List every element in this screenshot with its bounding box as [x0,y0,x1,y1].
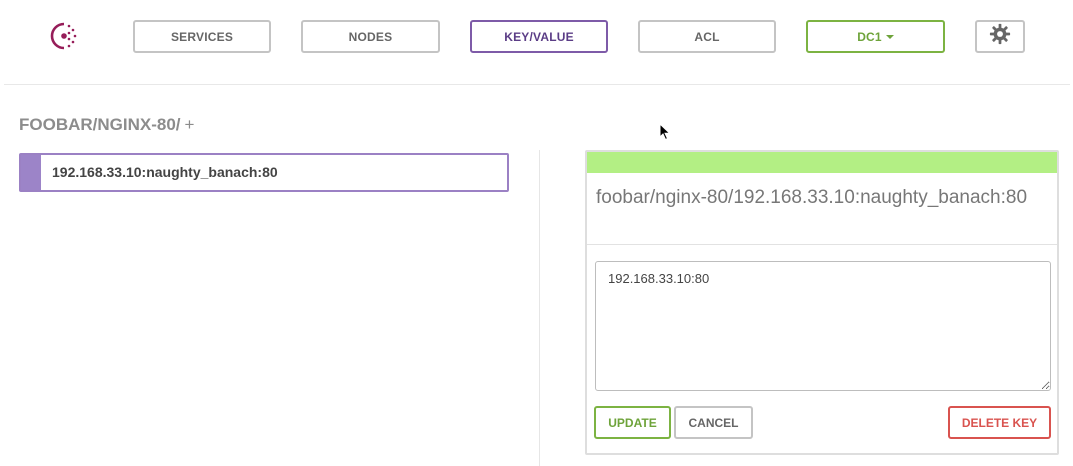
gear-icon [989,23,1011,50]
cancel-button[interactable]: CANCEL [674,406,753,439]
key-list-item[interactable]: 192.168.33.10:naughty_banach:80 [19,153,509,192]
datacenter-label: DC1 [857,29,882,44]
nav-services-button[interactable]: SERVICES [133,20,271,53]
breadcrumb-path[interactable]: FOOBAR/NGINX-80/ [19,115,181,134]
datacenter-dropdown[interactable]: DC1 [806,20,945,53]
nav-key-value-button[interactable]: KEY/VALUE [470,20,608,53]
mouse-cursor-icon [659,122,671,141]
key-editor-panel: foobar/nginx-80/192.168.33.10:naughty_ba… [585,150,1059,455]
consul-logo-icon[interactable] [49,21,79,51]
key-list-item-label: 192.168.33.10:naughty_banach:80 [52,164,278,180]
update-button[interactable]: UPDATE [594,406,671,439]
selected-marker [21,155,41,190]
status-bar [587,152,1057,173]
caret-down-icon [885,35,894,39]
breadcrumb: FOOBAR/NGINX-80/+ [19,115,194,135]
header-divider [4,84,1070,85]
key-value-textarea[interactable]: 192.168.33.10:80 [595,261,1051,391]
delete-key-button[interactable]: DELETE KEY [948,406,1051,439]
add-key-button[interactable]: + [185,115,195,134]
settings-button[interactable] [975,20,1025,53]
top-navigation: SERVICES NODES KEY/VALUE ACL DC1 [0,0,1073,84]
panel-divider [587,244,1057,245]
nav-acl-button[interactable]: ACL [638,20,776,53]
key-editor-title: foobar/nginx-80/192.168.33.10:naughty_ba… [596,187,1028,208]
column-divider [539,150,540,466]
nav-nodes-button[interactable]: NODES [301,20,440,53]
